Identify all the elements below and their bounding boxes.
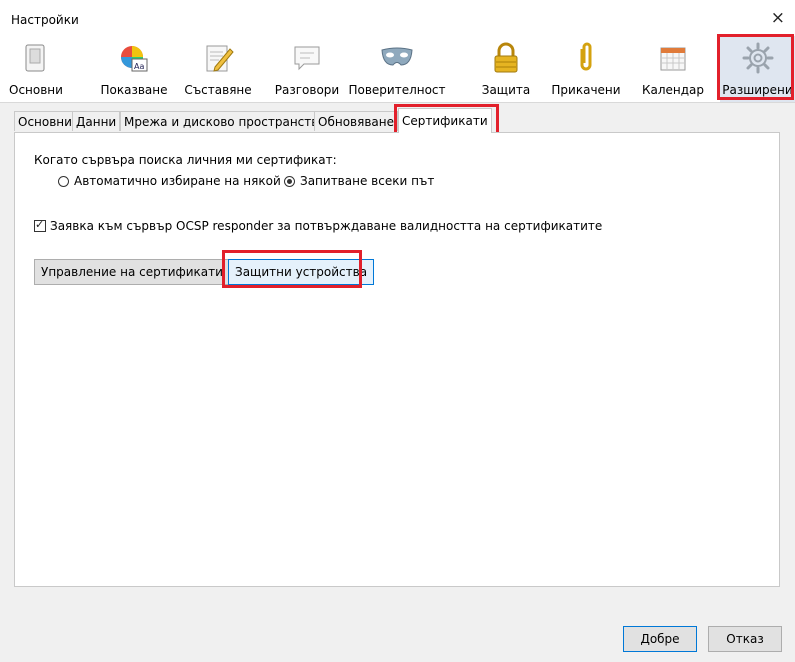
pane-general[interactable]: Основни: [9, 36, 63, 102]
radio-button[interactable]: [58, 175, 69, 187]
ocsp-checkbox-row[interactable]: Заявка към сървър OCSP responder за потв…: [34, 218, 603, 233]
pane-privacy[interactable]: Поверителност: [343, 36, 451, 102]
pane-attachments[interactable]: Прикачени: [550, 36, 622, 102]
pane-label: Съставяне: [184, 83, 252, 97]
preferences-toolbar: Основни Aa Показване Съставяне Разговори…: [0, 36, 795, 103]
security-lock-icon: [494, 42, 518, 73]
pane-label: Календар: [641, 83, 705, 97]
window-title: Настройки: [11, 13, 79, 27]
pane-label: Основни: [9, 83, 63, 97]
pane-label: Прикачени: [551, 83, 621, 97]
close-icon[interactable]: ×: [771, 8, 785, 28]
certificates-panel: Когато сървъра поиска личния ми сертифик…: [14, 132, 780, 587]
chat-icon: [294, 46, 320, 71]
pane-label: Показване: [100, 83, 168, 97]
pane-calendar[interactable]: Календар: [639, 36, 707, 102]
title-bar: Настройки ×: [0, 0, 795, 36]
pane-chat[interactable]: Разговори: [270, 36, 344, 102]
manage-certificates-button[interactable]: Управление на сертификати: [34, 259, 230, 285]
pane-composition[interactable]: Съставяне: [182, 36, 254, 102]
cancel-button[interactable]: Отказ: [708, 626, 782, 652]
tab-network-disk[interactable]: Мрежа и дисково пространство: [120, 111, 330, 131]
radio-button-selected[interactable]: [284, 175, 295, 187]
pane-display[interactable]: Aa Показване: [100, 36, 168, 102]
pane-advanced[interactable]: Разширени: [720, 36, 795, 102]
privacy-mask-icon: [381, 47, 413, 66]
tab-general[interactable]: Основни: [14, 111, 76, 131]
pane-label: Разговори: [274, 83, 340, 97]
pane-label: Поверителност: [348, 83, 446, 97]
radio-auto-select[interactable]: Автоматично избиране на някой: [58, 174, 281, 188]
ocsp-checkbox[interactable]: [34, 218, 46, 232]
general-icon: [25, 44, 45, 72]
pane-label: Защита: [481, 83, 531, 97]
tab-certificates[interactable]: Сертификати: [398, 108, 492, 133]
certificate-request-label: Когато сървъра поиска личния ми сертифик…: [34, 153, 337, 167]
radio-auto-label: Автоматично избиране на някой: [74, 174, 281, 188]
advanced-gear-icon: [742, 42, 773, 74]
pane-security[interactable]: Защита: [478, 36, 534, 102]
calendar-icon: [660, 47, 686, 71]
radio-ask-every-time[interactable]: Запитване всеки път: [284, 174, 434, 188]
display-icon: Aa: [121, 46, 148, 72]
pane-label: Разширени: [722, 83, 793, 97]
ok-button[interactable]: Добре: [623, 626, 697, 652]
tab-update[interactable]: Обновяване: [314, 111, 398, 131]
tab-data[interactable]: Данни: [72, 111, 121, 131]
radio-ask-label: Запитване всеки път: [300, 174, 435, 188]
composition-icon: [206, 45, 234, 72]
highlight-security-devices-button: [222, 250, 362, 288]
ocsp-label: Заявка към сървър OCSP responder за потв…: [50, 219, 603, 233]
attachment-clip-icon: [580, 42, 592, 71]
svg-text:Aa: Aa: [134, 62, 144, 71]
